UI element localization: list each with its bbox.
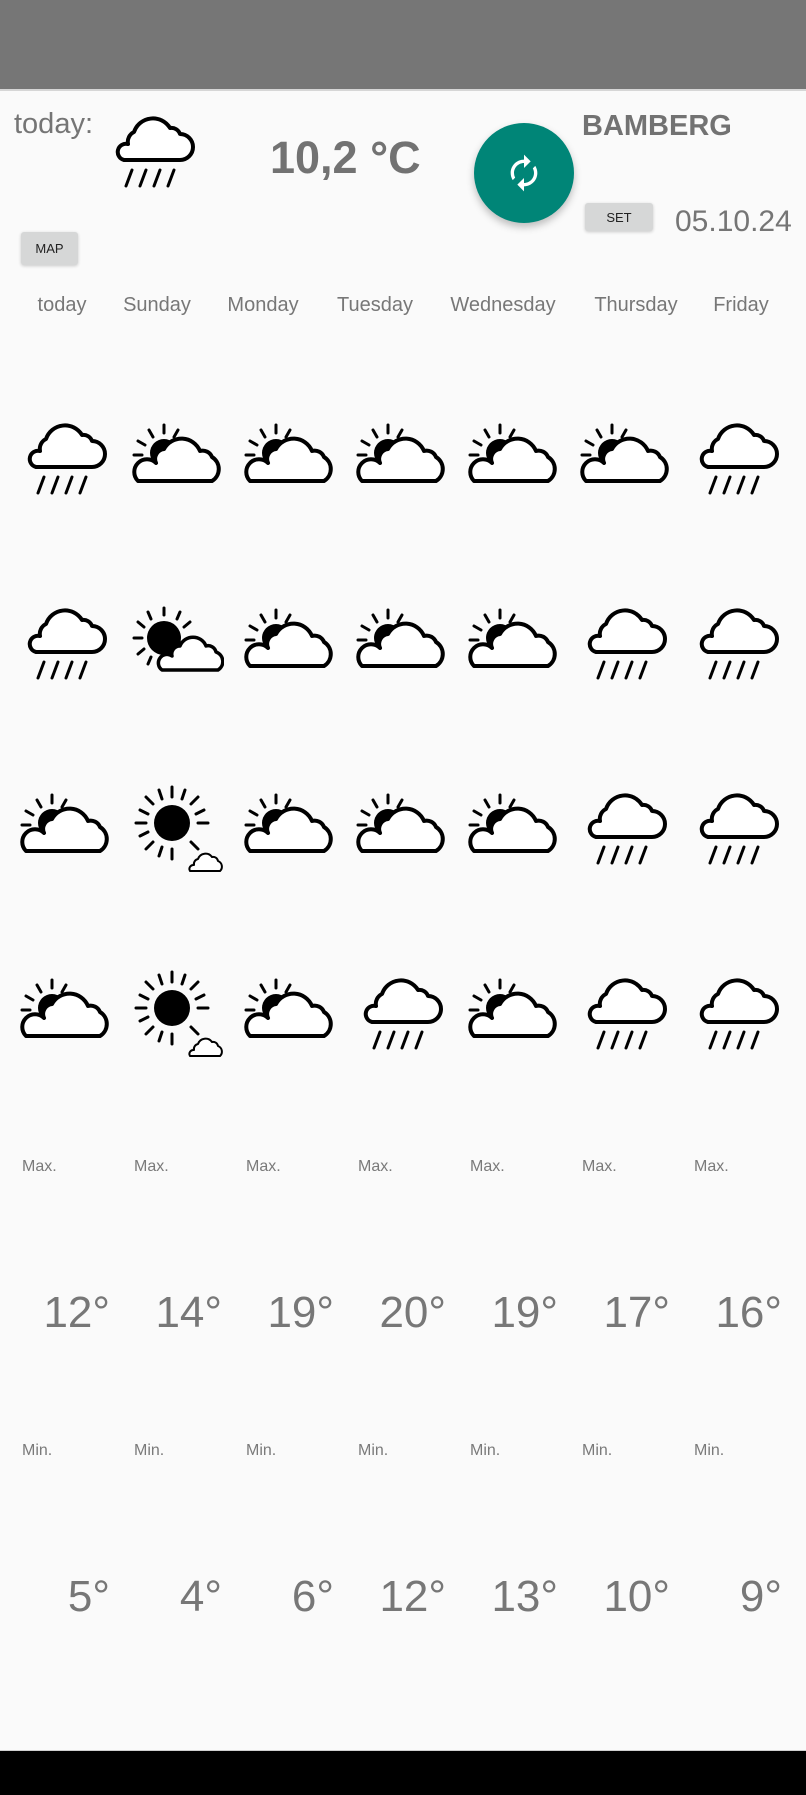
min-temperature: 4° bbox=[179, 1572, 222, 1621]
day-label: Sunday bbox=[123, 294, 191, 316]
max-label: Max. bbox=[246, 1158, 281, 1175]
max-temperature: 19° bbox=[491, 1288, 558, 1337]
partly-cloudy-icon bbox=[244, 785, 344, 875]
partly-cloudy-icon bbox=[468, 970, 568, 1060]
partly-cloudy-icon bbox=[244, 970, 344, 1060]
partly-cloudy-icon bbox=[356, 600, 456, 690]
rain-icon bbox=[580, 600, 680, 690]
min-label: Min. bbox=[246, 1442, 277, 1459]
max-label: Max. bbox=[694, 1158, 729, 1175]
refresh-button[interactable] bbox=[474, 123, 574, 223]
max-temperature: 16° bbox=[715, 1288, 782, 1337]
partly-cloudy-icon bbox=[244, 600, 344, 690]
partly-cloudy-icon bbox=[356, 785, 456, 875]
max-label: Max. bbox=[582, 1158, 617, 1175]
partly-cloudy-icon bbox=[580, 415, 680, 505]
min-label: Min. bbox=[582, 1442, 613, 1459]
day-label: Friday bbox=[713, 294, 769, 316]
min-label: Min. bbox=[694, 1442, 725, 1459]
rain-icon bbox=[692, 415, 792, 505]
min-temperature: 10° bbox=[603, 1572, 670, 1621]
max-label: Max. bbox=[22, 1158, 57, 1175]
rain-icon bbox=[692, 785, 792, 875]
min-temperature: 13° bbox=[491, 1572, 558, 1621]
min-temperature: 9° bbox=[739, 1572, 782, 1621]
rain-icon bbox=[580, 785, 680, 875]
today-weather-rain-icon bbox=[108, 108, 200, 192]
max-label: Max. bbox=[470, 1158, 505, 1175]
sunny-small-cloud-icon bbox=[132, 785, 232, 875]
navigation-bar bbox=[0, 1751, 806, 1795]
rain-icon bbox=[692, 600, 792, 690]
day-label: Tuesday bbox=[337, 294, 413, 316]
max-temperature: 20° bbox=[379, 1288, 446, 1337]
max-label: Max. bbox=[358, 1158, 393, 1175]
rain-icon bbox=[580, 970, 680, 1060]
day-label: Monday bbox=[227, 294, 299, 316]
city-name: BAMBERG bbox=[582, 110, 732, 142]
min-label: Min. bbox=[134, 1442, 165, 1459]
max-temperature: 12° bbox=[43, 1288, 110, 1337]
min-temperature: 6° bbox=[291, 1572, 334, 1621]
sunny-small-cloud-icon bbox=[132, 970, 232, 1060]
max-label: Max. bbox=[134, 1158, 169, 1175]
min-temperature: 5° bbox=[67, 1572, 110, 1621]
rain-icon bbox=[692, 970, 792, 1060]
min-label: Min. bbox=[22, 1442, 53, 1459]
set-location-button[interactable]: SET bbox=[585, 203, 653, 231]
status-bar-divider bbox=[0, 89, 806, 91]
date: 05.10.24 bbox=[675, 205, 792, 238]
rain-icon bbox=[20, 600, 120, 690]
map-button[interactable]: MAP bbox=[21, 232, 78, 265]
partly-cloudy-icon bbox=[468, 785, 568, 875]
partly-cloudy-icon bbox=[468, 415, 568, 505]
day-label: Thursday bbox=[594, 294, 678, 316]
rain-icon bbox=[356, 970, 456, 1060]
min-label: Min. bbox=[358, 1442, 389, 1459]
partly-cloudy-icon bbox=[20, 970, 120, 1060]
min-label: Min. bbox=[470, 1442, 501, 1459]
sun-behind-cloud-icon bbox=[132, 600, 232, 690]
refresh-icon bbox=[510, 154, 538, 192]
partly-cloudy-icon bbox=[244, 415, 344, 505]
min-temperature: 12° bbox=[379, 1572, 446, 1621]
partly-cloudy-icon bbox=[20, 785, 120, 875]
today-label: today: bbox=[14, 108, 93, 140]
status-bar bbox=[0, 0, 806, 89]
current-temperature: 10,2 °C bbox=[270, 132, 421, 183]
max-temperature: 17° bbox=[603, 1288, 670, 1337]
partly-cloudy-icon bbox=[132, 415, 232, 505]
partly-cloudy-icon bbox=[468, 600, 568, 690]
max-temperature: 19° bbox=[267, 1288, 334, 1337]
max-temperature: 14° bbox=[155, 1288, 222, 1337]
day-label: Wednesday bbox=[450, 294, 556, 316]
partly-cloudy-icon bbox=[356, 415, 456, 505]
rain-icon bbox=[20, 415, 120, 505]
